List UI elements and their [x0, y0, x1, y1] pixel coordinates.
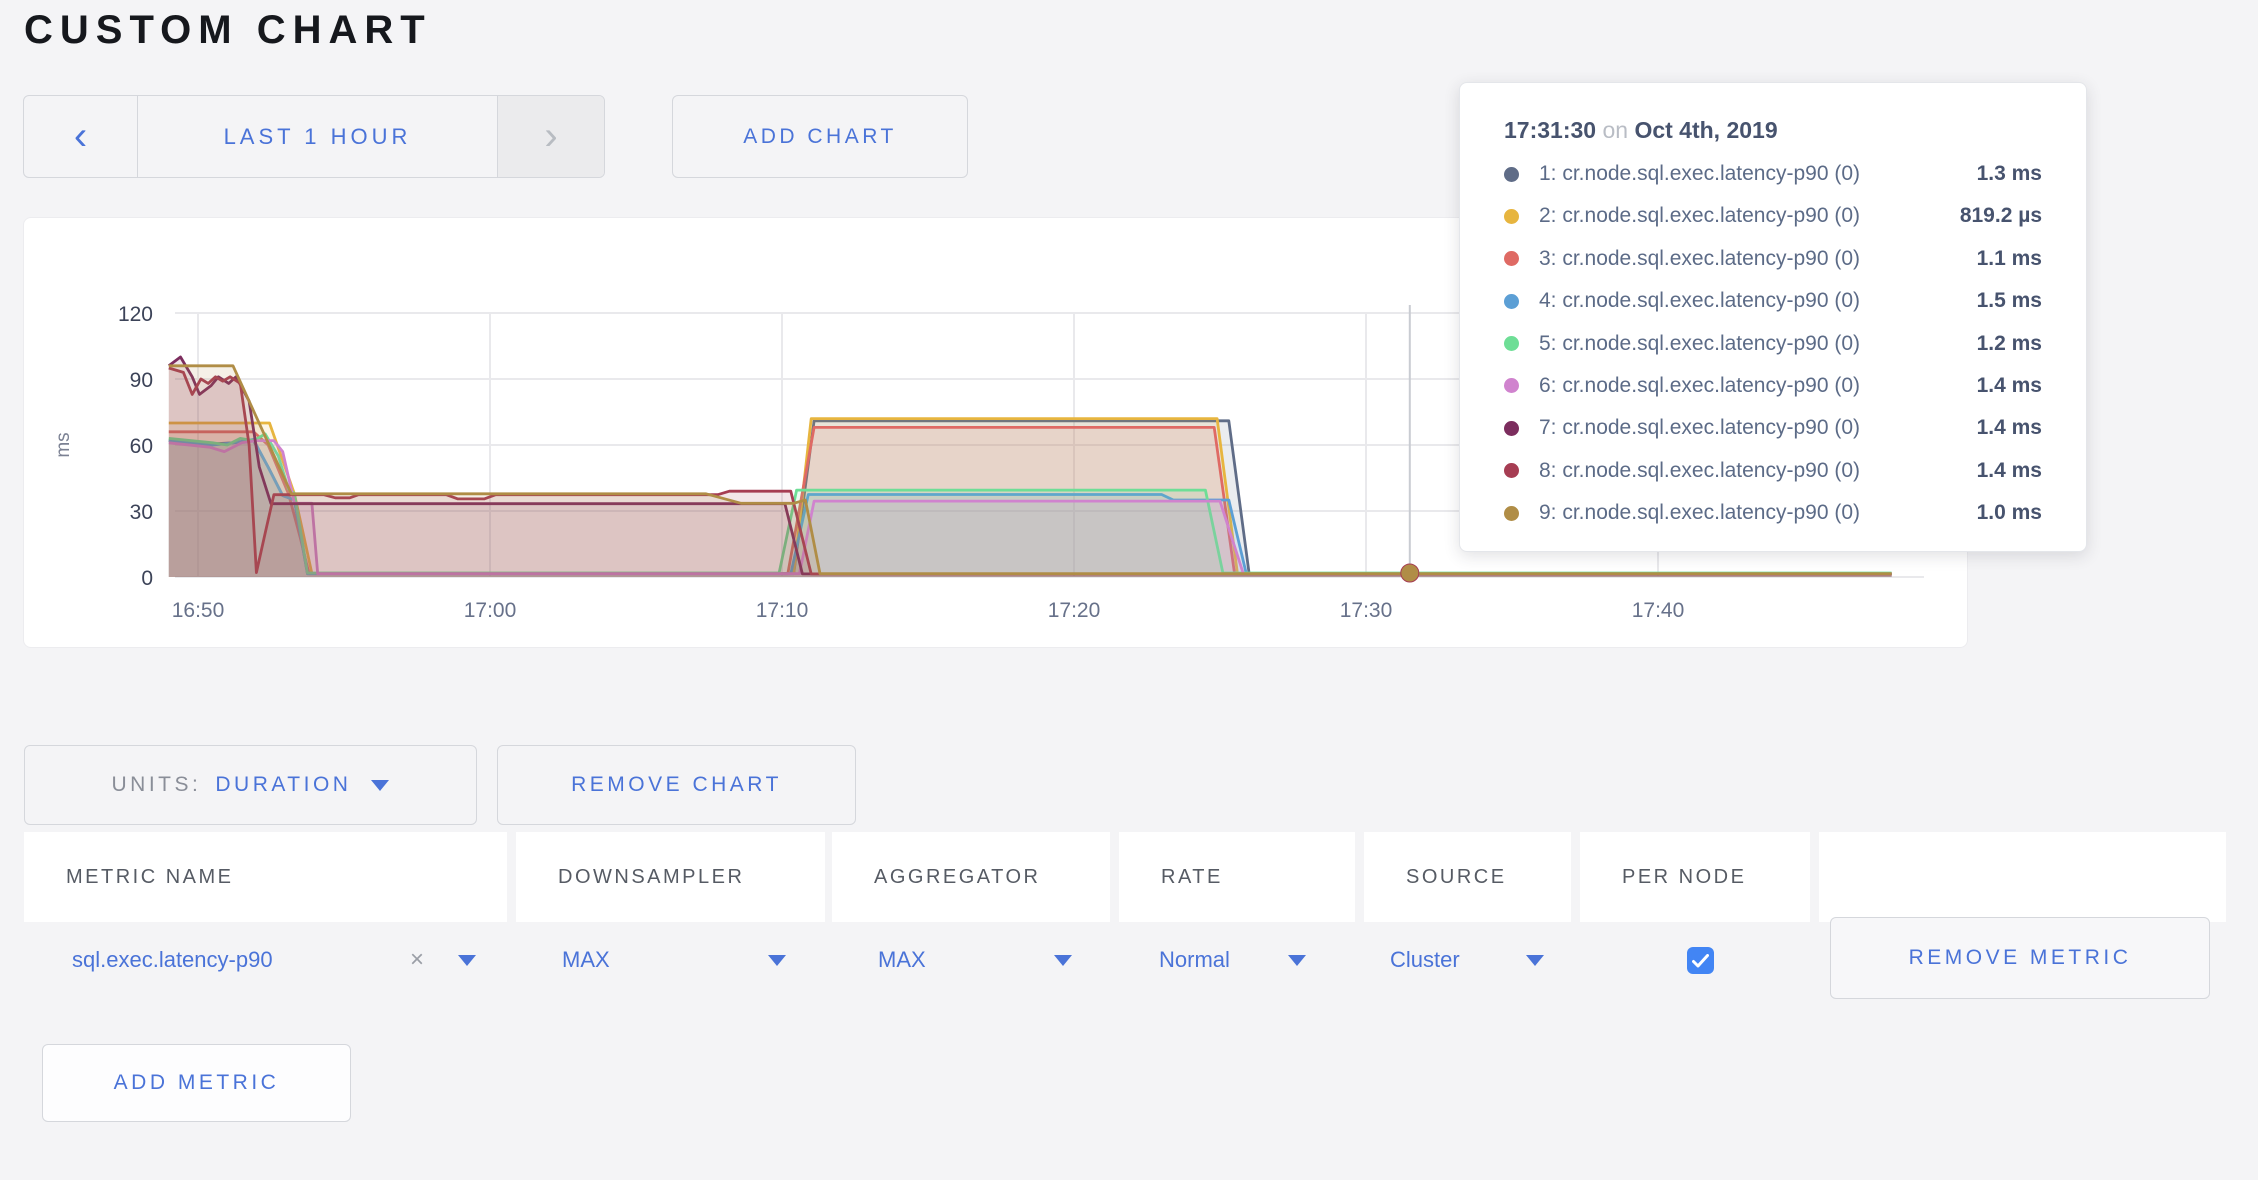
tooltip-row: 4: cr.node.sql.exec.latency-p90 (0)1.5 m… — [1504, 289, 2042, 313]
series-value: 1.1 ms — [1977, 247, 2042, 271]
series-color-dot — [1504, 294, 1519, 309]
remove-chart-button[interactable]: REMOVE CHART — [497, 745, 856, 825]
series-color-dot — [1504, 209, 1519, 224]
remove-metric-button[interactable]: REMOVE METRIC — [1830, 917, 2210, 999]
y-axis-tick: 120 — [118, 303, 153, 326]
series-label: 5: cr.node.sql.exec.latency-p90 (0) — [1539, 332, 1977, 356]
downsampler-caret[interactable] — [762, 925, 786, 995]
series-label: 2: cr.node.sql.exec.latency-p90 (0) — [1539, 204, 1960, 228]
aggregator-caret[interactable] — [1048, 925, 1072, 995]
tooltip-legend: 1: cr.node.sql.exec.latency-p90 (0)1.3 m… — [1504, 162, 2042, 525]
tooltip-date: Oct 4th, 2019 — [1634, 117, 1777, 143]
x-axis-tick: 17:10 — [756, 599, 809, 622]
y-axis-tick: 30 — [130, 501, 153, 524]
downsampler-select[interactable]: MAX — [562, 925, 610, 995]
tooltip-row: 9: cr.node.sql.exec.latency-p90 (0)1.0 m… — [1504, 501, 2042, 525]
tooltip-row: 6: cr.node.sql.exec.latency-p90 (0)1.4 m… — [1504, 374, 2042, 398]
series-value: 1.4 ms — [1977, 416, 2042, 440]
col-header-metric-name: METRIC NAME — [24, 832, 507, 922]
tooltip-row: 7: cr.node.sql.exec.latency-p90 (0)1.4 m… — [1504, 416, 2042, 440]
series-color-dot — [1504, 251, 1519, 266]
tooltip-row: 1: cr.node.sql.exec.latency-p90 (0)1.3 m… — [1504, 162, 2042, 186]
series-value: 1.4 ms — [1977, 459, 2042, 483]
col-header-aggregator: AGGREGATOR — [832, 832, 1110, 922]
tooltip-row: 3: cr.node.sql.exec.latency-p90 (0)1.1 m… — [1504, 247, 2042, 271]
y-axis-label: ms — [53, 432, 74, 457]
tooltip-on-word: on — [1602, 117, 1634, 143]
y-axis-tick: 90 — [130, 369, 153, 392]
tooltip-time: 17:31:30 — [1504, 117, 1596, 143]
per-node-checkbox[interactable] — [1687, 947, 1714, 974]
series-value: 1.4 ms — [1977, 374, 2042, 398]
timescale-next-button[interactable]: › — [497, 96, 604, 177]
series-color-dot — [1504, 167, 1519, 182]
col-header-actions — [1819, 832, 2226, 922]
x-axis-tick: 17:30 — [1340, 599, 1393, 622]
series-value: 1.5 ms — [1977, 289, 2042, 313]
add-chart-button[interactable]: ADD CHART — [672, 95, 968, 178]
chevron-right-icon: › — [544, 114, 557, 159]
hover-point-dot — [1401, 564, 1419, 582]
series-label: 8: cr.node.sql.exec.latency-p90 (0) — [1539, 459, 1977, 483]
series-label: 7: cr.node.sql.exec.latency-p90 (0) — [1539, 416, 1977, 440]
col-header-per-node: PER NODE — [1580, 832, 1810, 922]
series-color-dot — [1504, 336, 1519, 351]
series-value: 1.3 ms — [1977, 162, 2042, 186]
series-label: 4: cr.node.sql.exec.latency-p90 (0) — [1539, 289, 1977, 313]
series-value: 819.2 µs — [1960, 204, 2042, 228]
col-header-rate: RATE — [1119, 832, 1355, 922]
metric-name-dropdown[interactable] — [452, 925, 476, 995]
page-title: CUSTOM CHART — [24, 8, 432, 53]
rate-caret[interactable] — [1282, 925, 1306, 995]
add-metric-button[interactable]: ADD METRIC — [42, 1044, 351, 1122]
x-axis-tick: 17:00 — [464, 599, 517, 622]
col-header-downsampler: DOWNSAMPLER — [516, 832, 825, 922]
x-axis-tick: 17:40 — [1632, 599, 1685, 622]
y-axis-tick: 60 — [130, 435, 153, 458]
series-value: 1.0 ms — [1977, 501, 2042, 525]
chevron-down-icon — [1288, 955, 1306, 966]
units-dropdown[interactable]: UNITS: DURATION — [24, 745, 477, 825]
close-icon[interactable]: × — [410, 925, 424, 995]
series-color-dot — [1504, 463, 1519, 478]
chevron-down-icon — [768, 955, 786, 966]
chevron-down-icon — [1054, 955, 1072, 966]
tooltip-row: 8: cr.node.sql.exec.latency-p90 (0)1.4 m… — [1504, 459, 2042, 483]
series-color-dot — [1504, 378, 1519, 393]
checkmark-icon — [1692, 954, 1709, 968]
source-caret[interactable] — [1520, 925, 1544, 995]
tooltip-row: 2: cr.node.sql.exec.latency-p90 (0)819.2… — [1504, 204, 2042, 228]
series-label: 9: cr.node.sql.exec.latency-p90 (0) — [1539, 501, 1977, 525]
tooltip-row: 5: cr.node.sql.exec.latency-p90 (0)1.2 m… — [1504, 332, 2042, 356]
rate-select[interactable]: Normal — [1159, 925, 1230, 995]
chevron-down-icon — [371, 780, 389, 791]
chevron-down-icon — [1526, 955, 1544, 966]
col-header-source: SOURCE — [1364, 832, 1571, 922]
chevron-left-icon: ‹ — [74, 114, 87, 159]
timescale-range-button[interactable]: LAST 1 HOUR — [138, 96, 497, 177]
series-value: 1.2 ms — [1977, 332, 2042, 356]
series-label: 3: cr.node.sql.exec.latency-p90 (0) — [1539, 247, 1977, 271]
series-color-dot — [1504, 421, 1519, 436]
series-label: 1: cr.node.sql.exec.latency-p90 (0) — [1539, 162, 1977, 186]
x-axis-tick: 17:20 — [1048, 599, 1101, 622]
chevron-down-icon — [458, 955, 476, 966]
series-label: 6: cr.node.sql.exec.latency-p90 (0) — [1539, 374, 1977, 398]
series-color-dot — [1504, 506, 1519, 521]
units-label: UNITS: — [112, 773, 202, 797]
y-axis-tick: 0 — [141, 567, 153, 590]
aggregator-select[interactable]: MAX — [878, 925, 926, 995]
units-value: DURATION — [215, 773, 351, 797]
chart-tooltip: 17:31:30 on Oct 4th, 2019 1: cr.node.sql… — [1459, 82, 2087, 552]
metric-name-link[interactable]: sql.exec.latency-p90 — [72, 925, 273, 995]
timescale-selector: ‹ LAST 1 HOUR › — [23, 95, 605, 178]
x-axis-tick: 16:50 — [172, 599, 225, 622]
timescale-prev-button[interactable]: ‹ — [24, 96, 138, 177]
tooltip-title: 17:31:30 on Oct 4th, 2019 — [1504, 117, 2042, 144]
source-select[interactable]: Cluster — [1390, 925, 1460, 995]
